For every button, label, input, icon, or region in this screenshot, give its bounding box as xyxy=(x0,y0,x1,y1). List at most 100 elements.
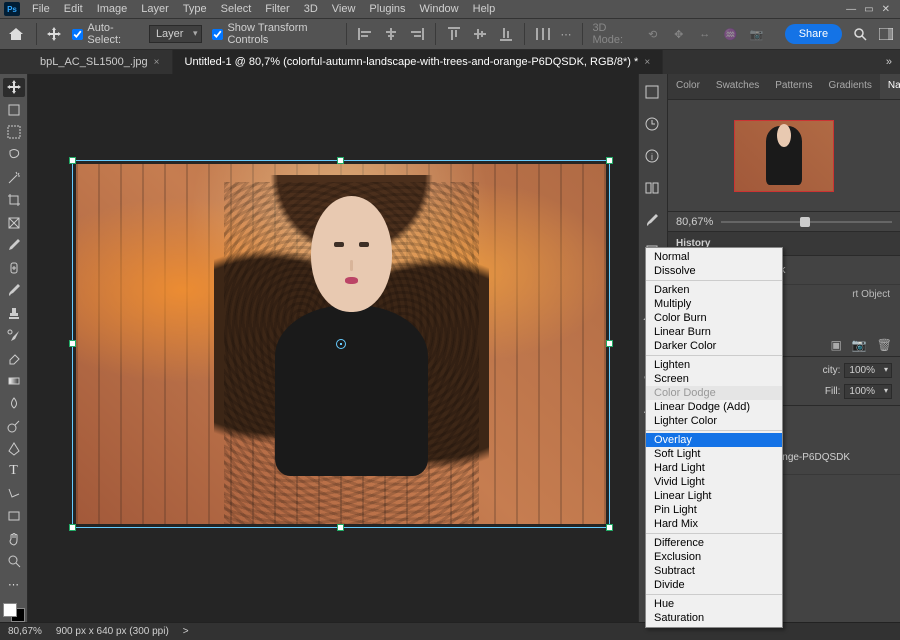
stamp-tool-icon[interactable] xyxy=(3,304,25,323)
transform-handle[interactable] xyxy=(69,157,76,164)
menu-file[interactable]: File xyxy=(26,1,56,17)
menu-plugins[interactable]: Plugins xyxy=(363,1,411,17)
transform-handle[interactable] xyxy=(606,340,613,347)
share-button[interactable]: Share xyxy=(785,24,842,44)
menu-view[interactable]: View xyxy=(326,1,362,17)
zoom-tool-icon[interactable] xyxy=(3,552,25,571)
blend-item-multiply[interactable]: Multiply xyxy=(646,297,782,311)
blend-item-hue[interactable]: Hue xyxy=(646,597,782,611)
blend-item-darker-color[interactable]: Darker Color xyxy=(646,339,782,353)
blend-item-darken[interactable]: Darken xyxy=(646,283,782,297)
status-dimensions[interactable]: 900 px x 640 px (300 ppi) xyxy=(56,626,169,637)
gradient-tool-icon[interactable] xyxy=(3,372,25,391)
menu-3d[interactable]: 3D xyxy=(298,1,324,17)
blend-item-vivid-light[interactable]: Vivid Light xyxy=(646,475,782,489)
pen-tool-icon[interactable] xyxy=(3,439,25,458)
show-transform-input[interactable] xyxy=(212,29,223,40)
align-bottom-icon[interactable] xyxy=(498,25,514,43)
type-tool-icon[interactable]: T xyxy=(3,462,25,481)
blend-item-subtract[interactable]: Subtract xyxy=(646,564,782,578)
tab-doc-0[interactable]: bpL_AC_SL1500_.jpg × xyxy=(28,50,173,74)
blend-item-linear-light[interactable]: Linear Light xyxy=(646,489,782,503)
color-swatch[interactable] xyxy=(3,603,25,622)
tab-color[interactable]: Color xyxy=(668,74,708,99)
marquee-tool-icon[interactable] xyxy=(3,123,25,142)
close-icon[interactable]: × xyxy=(154,57,160,68)
workspace-icon[interactable] xyxy=(878,25,894,43)
restore-button[interactable]: ▭ xyxy=(864,4,873,15)
show-transform-checkbox[interactable]: Show Transform Controls xyxy=(212,22,336,46)
heal-tool-icon[interactable] xyxy=(3,259,25,278)
path-tool-icon[interactable] xyxy=(3,484,25,503)
brush-settings-panel-icon[interactable] xyxy=(644,212,662,230)
tab-gradients[interactable]: Gradients xyxy=(821,74,880,99)
blend-item-saturation[interactable]: Saturation xyxy=(646,611,782,625)
blend-item-linear-burn[interactable]: Linear Burn xyxy=(646,325,782,339)
properties-panel-icon[interactable] xyxy=(644,84,662,102)
opacity-dropdown[interactable]: 100% xyxy=(844,363,892,378)
tabs-overflow-icon[interactable]: » xyxy=(878,50,900,74)
home-icon[interactable] xyxy=(6,24,26,44)
blend-item-hard-mix[interactable]: Hard Mix xyxy=(646,517,782,531)
transform-handle[interactable] xyxy=(69,340,76,347)
hand-tool-icon[interactable] xyxy=(3,530,25,549)
blend-item-linear-dodge[interactable]: Linear Dodge (Add) xyxy=(646,400,782,414)
history-panel-icon[interactable] xyxy=(644,116,662,134)
shape-tool-icon[interactable] xyxy=(3,507,25,526)
blend-item-difference[interactable]: Difference xyxy=(646,536,782,550)
history-brush-tool-icon[interactable] xyxy=(3,326,25,345)
transform-handle[interactable] xyxy=(606,157,613,164)
blend-item-overlay[interactable]: Overlay xyxy=(646,433,782,447)
blend-mode-menu[interactable]: Normal Dissolve Darken Multiply Color Bu… xyxy=(645,247,783,628)
zoom-value[interactable]: 80,67% xyxy=(676,216,713,228)
minimize-button[interactable]: — xyxy=(846,4,856,15)
distribute-icon[interactable] xyxy=(535,25,551,43)
blend-item-lighten[interactable]: Lighten xyxy=(646,358,782,372)
blend-item-lighter-color[interactable]: Lighter Color xyxy=(646,414,782,428)
menu-image[interactable]: Image xyxy=(91,1,134,17)
close-button[interactable]: ✕ xyxy=(882,4,890,15)
move-tool-indicator-icon[interactable] xyxy=(46,25,62,43)
menu-select[interactable]: Select xyxy=(215,1,258,17)
blend-item-normal[interactable]: Normal xyxy=(646,250,782,264)
blend-item-divide[interactable]: Divide xyxy=(646,578,782,592)
dodge-tool-icon[interactable] xyxy=(3,417,25,436)
fill-dropdown[interactable]: 100% xyxy=(844,384,892,399)
menu-edit[interactable]: Edit xyxy=(58,1,89,17)
blend-item-screen[interactable]: Screen xyxy=(646,372,782,386)
blend-item-pin-light[interactable]: Pin Light xyxy=(646,503,782,517)
eyedropper-tool-icon[interactable] xyxy=(3,236,25,255)
tab-swatches[interactable]: Swatches xyxy=(708,74,767,99)
blend-item-color-dodge[interactable]: Color Dodge xyxy=(646,386,782,400)
artboard-tool-icon[interactable] xyxy=(3,101,25,120)
blend-item-exclusion[interactable]: Exclusion xyxy=(646,550,782,564)
lasso-tool-icon[interactable] xyxy=(3,146,25,165)
libraries-panel-icon[interactable] xyxy=(644,180,662,198)
align-center-v-icon[interactable] xyxy=(472,25,488,43)
eraser-tool-icon[interactable] xyxy=(3,349,25,368)
status-zoom[interactable]: 80,67% xyxy=(8,626,42,637)
menu-layer[interactable]: Layer xyxy=(135,1,175,17)
tab-navigator[interactable]: Navigator xyxy=(880,74,900,99)
navigator-preview[interactable] xyxy=(668,100,900,212)
tab-patterns[interactable]: Patterns xyxy=(767,74,820,99)
info-panel-icon[interactable]: i xyxy=(644,148,662,166)
transform-handle[interactable] xyxy=(337,524,344,531)
move-tool-icon[interactable] xyxy=(3,78,25,97)
menu-window[interactable]: Window xyxy=(414,1,465,17)
trash-icon[interactable]: 🗑 xyxy=(877,338,892,352)
navigator-thumbnail[interactable] xyxy=(734,120,834,192)
align-right-icon[interactable] xyxy=(409,25,425,43)
transform-handle[interactable] xyxy=(337,157,344,164)
blend-item-soft-light[interactable]: Soft Light xyxy=(646,447,782,461)
align-center-h-icon[interactable] xyxy=(383,25,399,43)
align-left-icon[interactable] xyxy=(357,25,373,43)
transform-handle[interactable] xyxy=(69,524,76,531)
auto-select-target-dropdown[interactable]: Layer xyxy=(149,25,203,43)
close-icon[interactable]: × xyxy=(644,57,650,68)
wand-tool-icon[interactable] xyxy=(3,168,25,187)
transform-handle[interactable] xyxy=(606,524,613,531)
menu-filter[interactable]: Filter xyxy=(259,1,295,17)
blend-item-color-burn[interactable]: Color Burn xyxy=(646,311,782,325)
blend-item-dissolve[interactable]: Dissolve xyxy=(646,264,782,278)
